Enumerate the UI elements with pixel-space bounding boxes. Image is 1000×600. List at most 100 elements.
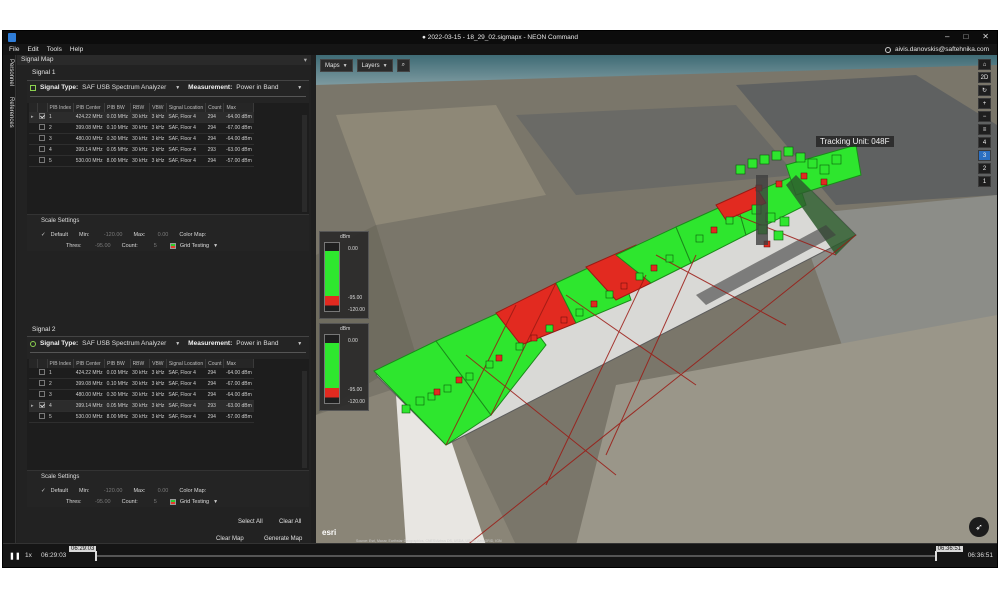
signal-1-thres-input[interactable]: -95.00 <box>87 243 111 249</box>
menu-file[interactable]: File <box>9 46 19 53</box>
signal-1-type-dropdown[interactable]: SAF USB Spectrum Analyzer ▼ <box>82 84 180 91</box>
table-row[interactable]: 3 480.00 MHz 0.30 MHz 30 kHz 3 kHz SAF, Floor… <box>29 133 254 145</box>
minimize-button[interactable]: – <box>945 32 949 41</box>
signal-1-type-label: Signal Type: <box>40 84 79 91</box>
generate-map-button[interactable]: Generate Map <box>264 536 302 542</box>
signal-2-min-input[interactable]: -120.00 <box>94 488 123 494</box>
home-icon[interactable]: ⌂ <box>978 59 991 70</box>
pin-icon[interactable]: ▾ <box>304 56 307 64</box>
signal-2-max-input[interactable]: 0.00 <box>150 488 169 494</box>
col-rbw[interactable]: RBW <box>130 359 151 368</box>
table-row[interactable]: 3 480.00 MHz 0.30 MHz 30 kHz 3 kHz SAF, Floor… <box>29 389 254 401</box>
row-checkbox[interactable] <box>39 413 45 419</box>
default-check-icon[interactable]: ✓ <box>41 232 46 238</box>
cell-loc: SAF, Floor 4 <box>166 400 206 412</box>
maps-dropdown[interactable]: Maps ▼ <box>320 59 353 72</box>
row-checkbox[interactable] <box>39 146 45 152</box>
col-pib-bw[interactable]: PIB BW <box>104 103 131 112</box>
row-checkbox[interactable] <box>39 124 45 130</box>
compass-icon[interactable]: ➶ <box>969 517 989 537</box>
col-vbw[interactable]: VBW <box>149 103 167 112</box>
cell-loc: SAF, Floor 4 <box>166 133 206 145</box>
cell-rbw: 30 kHz <box>130 378 150 390</box>
col-signal-location[interactable]: Signal Location <box>166 359 207 368</box>
table-row[interactable]: ▸ 1 424.22 MHz 0.03 MHz 30 kHz 3 kHz SAF, Floo… <box>29 112 254 123</box>
cell-vbw: 3 kHz <box>149 400 167 412</box>
signal-2-scrollbar[interactable] <box>302 371 307 468</box>
cell-bw: 0.30 MHz <box>104 133 131 145</box>
table-row[interactable]: 5 530.00 MHz 8.00 MHz 30 kHz 3 kHz SAF, Floor… <box>29 411 254 423</box>
row-checkbox[interactable] <box>39 135 45 141</box>
timeline-end-handle[interactable] <box>935 551 937 561</box>
playback-speed[interactable]: 1x <box>25 552 32 559</box>
tab-personnel[interactable]: Personnel <box>5 59 14 86</box>
floor-4-button[interactable]: 4 <box>978 137 991 148</box>
col-signal-location[interactable]: Signal Location <box>166 103 207 112</box>
col-pib-bw[interactable]: PIB BW <box>104 359 131 368</box>
col-rbw[interactable]: RBW <box>130 103 151 112</box>
pause-icon[interactable]: ❚❚ <box>9 552 21 560</box>
floor-3-button[interactable]: 3 <box>978 150 991 161</box>
clear-map-button[interactable]: Clear Map <box>216 536 244 542</box>
col-pib-index[interactable]: PIB Index <box>47 359 75 368</box>
zoom-out-button[interactable]: − <box>978 111 991 122</box>
signal-2-colormap-dropdown[interactable]: Grid Testing ▼ <box>169 498 218 505</box>
row-checkbox[interactable] <box>39 391 45 397</box>
search-icon[interactable]: ⌕ <box>396 59 410 72</box>
timeline-track[interactable] <box>95 555 937 557</box>
select-all-button[interactable]: Select All <box>238 519 263 525</box>
timeline-start-handle[interactable] <box>95 551 97 561</box>
zoom-in-button[interactable]: + <box>978 98 991 109</box>
maximize-button[interactable]: □ <box>963 32 968 41</box>
signal-1-colormap-dropdown[interactable]: Grid Testing ▼ <box>169 242 218 249</box>
signal-1-scrollbar[interactable] <box>302 115 307 212</box>
row-checkbox[interactable] <box>39 402 45 408</box>
table-row[interactable]: 5 530.00 MHz 8.00 MHz 30 kHz 3 kHz SAF, Floor… <box>29 155 254 167</box>
table-row[interactable]: ▸ 4 399.14 MHz 0.05 MHz 30 kHz 3 kHz SAF, Floo… <box>29 400 254 412</box>
signal-2-thres-input[interactable]: -95.00 <box>87 499 111 505</box>
floor-1-button[interactable]: 1 <box>978 176 991 187</box>
floor-2-button[interactable]: 2 <box>978 163 991 174</box>
col-count[interactable]: Count <box>205 103 225 112</box>
signal-1-count-input[interactable]: 5 <box>143 243 157 249</box>
signal-1-enable-checkbox[interactable] <box>30 84 36 91</box>
col-pib-center[interactable]: PIB Center <box>73 103 106 112</box>
row-checkbox[interactable] <box>39 369 45 375</box>
signal-1-max-input[interactable]: 0.00 <box>150 232 169 238</box>
menu-tools[interactable]: Tools <box>47 46 62 53</box>
table-row[interactable]: 2 399.08 MHz 0.10 MHz 30 kHz 3 kHz SAF, Floor… <box>29 378 254 390</box>
row-checkbox[interactable] <box>39 157 45 163</box>
cell-max: -64.00 dBm <box>223 368 254 379</box>
col-pib-index[interactable]: PIB Index <box>47 103 75 112</box>
menu-help[interactable]: Help <box>70 46 83 53</box>
menu-edit[interactable]: Edit <box>27 46 38 53</box>
clear-all-button[interactable]: Clear All <box>279 519 301 525</box>
cell-center: 399.14 MHz <box>73 144 105 156</box>
signal-2-type-dropdown[interactable]: SAF USB Spectrum Analyzer ▼ <box>82 340 180 347</box>
row-checkbox[interactable] <box>39 380 45 386</box>
user-icon <box>884 46 891 53</box>
col-vbw[interactable]: VBW <box>149 359 167 368</box>
signal-2-enable-radio[interactable] <box>30 340 36 347</box>
signal-2-measurement-dropdown[interactable]: Power in Band ▼ <box>236 340 302 347</box>
table-row[interactable]: 2 399.08 MHz 0.10 MHz 30 kHz 3 kHz SAF, Floor… <box>29 122 254 134</box>
view-mode-toggle[interactable]: 2D <box>978 72 991 83</box>
user-account[interactable]: aivis.danovskis@saftehnika.com <box>884 46 989 53</box>
map-view[interactable]: Maps ▼ Layers ▼ ⌕ Tracking Unit: 048F ⌂ … <box>316 55 997 545</box>
table-row[interactable]: 4 399.14 MHz 0.05 MHz 30 kHz 3 kHz SAF, Floor… <box>29 144 254 156</box>
layers-dropdown[interactable]: Layers ▼ <box>356 59 393 72</box>
colormap-swatch-icon <box>169 242 176 249</box>
row-checkbox[interactable] <box>39 113 45 119</box>
signal-1-min-input[interactable]: -120.00 <box>94 232 123 238</box>
signal-2-count-input[interactable]: 5 <box>143 499 157 505</box>
col-pib-center[interactable]: PIB Center <box>73 359 106 368</box>
rotate-icon[interactable]: ↻ <box>978 85 991 96</box>
table-row[interactable]: 1 424.22 MHz 0.03 MHz 30 kHz 3 kHz SAF, Floor… <box>29 368 254 379</box>
signal-1-measurement-dropdown[interactable]: Power in Band ▼ <box>236 84 302 91</box>
default-check-icon[interactable]: ✓ <box>41 488 46 494</box>
close-button[interactable]: ✕ <box>982 32 989 41</box>
tab-references[interactable]: References <box>5 97 14 128</box>
col-count[interactable]: Count <box>205 359 225 368</box>
col-max[interactable]: Max <box>223 103 255 112</box>
col-max[interactable]: Max <box>223 359 255 368</box>
